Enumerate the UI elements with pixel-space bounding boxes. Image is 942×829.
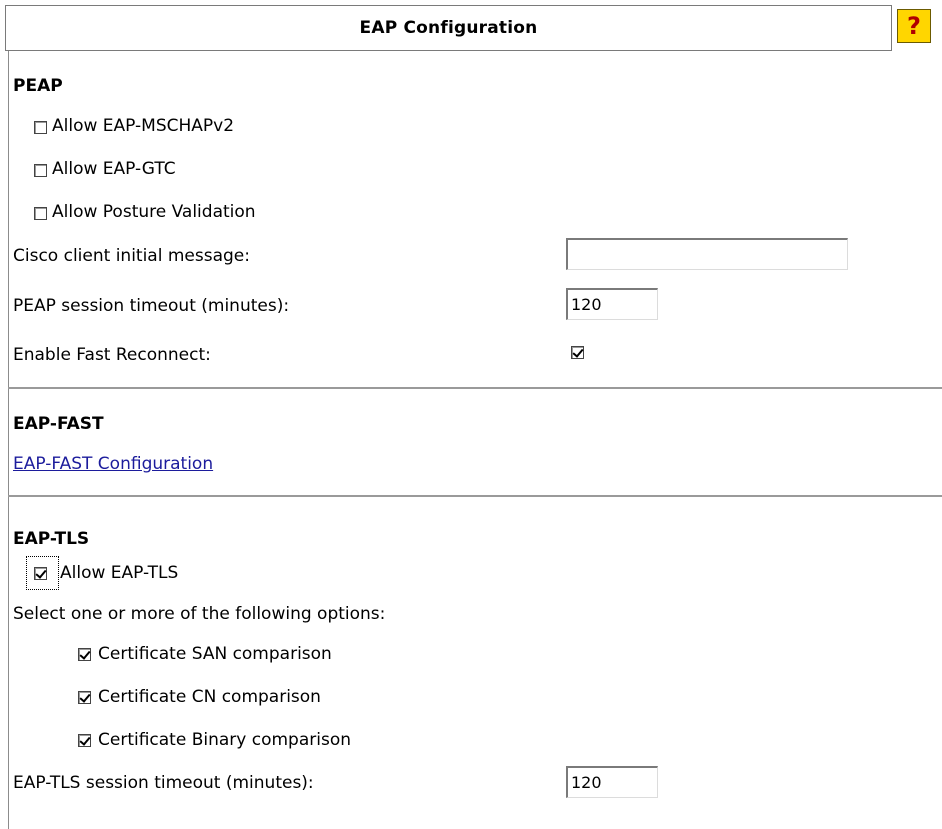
allow-eap-mschapv2-checkbox[interactable] [34, 121, 47, 134]
certificate-san-checkbox[interactable] [78, 648, 91, 661]
allow-eap-tls-checkbox[interactable] [34, 567, 47, 580]
peap-section-title: PEAP [13, 76, 63, 96]
eap-fast-configuration-link[interactable]: EAP-FAST Configuration [13, 454, 213, 474]
section-divider [8, 387, 942, 389]
peap-session-timeout-input[interactable]: 120 [566, 288, 658, 320]
initial-message-label: Cisco client initial message: [13, 246, 250, 266]
help-question-icon: ? [907, 12, 921, 40]
allow-eap-gtc-checkbox[interactable] [34, 164, 47, 177]
fast-reconnect-checkbox[interactable] [571, 346, 584, 359]
page-title: EAP Configuration [359, 18, 538, 38]
certificate-cn-checkbox[interactable] [78, 691, 91, 704]
allow-eap-tls-label: Allow EAP-TLS [60, 563, 179, 583]
eap-fast-section-title: EAP-FAST [13, 414, 104, 434]
certificate-san-label: Certificate SAN comparison [98, 644, 332, 664]
options-instruction-label: Select one or more of the following opti… [13, 604, 386, 624]
eap-tls-session-timeout-label: EAP-TLS session timeout (minutes): [13, 773, 314, 793]
header-bar: EAP Configuration [5, 5, 892, 51]
allow-eap-mschapv2-label: Allow EAP-MSCHAPv2 [52, 116, 235, 136]
allow-eap-gtc-label: Allow EAP-GTC [52, 159, 176, 179]
section-divider [8, 495, 942, 497]
initial-message-input[interactable] [566, 238, 848, 270]
help-button[interactable]: ? [897, 9, 931, 43]
eap-tls-session-timeout-input[interactable]: 120 [566, 766, 658, 798]
fast-reconnect-label: Enable Fast Reconnect: [13, 345, 211, 365]
allow-posture-validation-checkbox[interactable] [34, 207, 47, 220]
allow-posture-validation-label: Allow Posture Validation [52, 202, 256, 222]
peap-session-timeout-label: PEAP session timeout (minutes): [13, 296, 290, 316]
certificate-binary-checkbox[interactable] [78, 734, 91, 747]
certificate-binary-label: Certificate Binary comparison [98, 730, 351, 750]
eap-tls-section-title: EAP-TLS [13, 529, 90, 549]
certificate-cn-label: Certificate CN comparison [98, 687, 321, 707]
